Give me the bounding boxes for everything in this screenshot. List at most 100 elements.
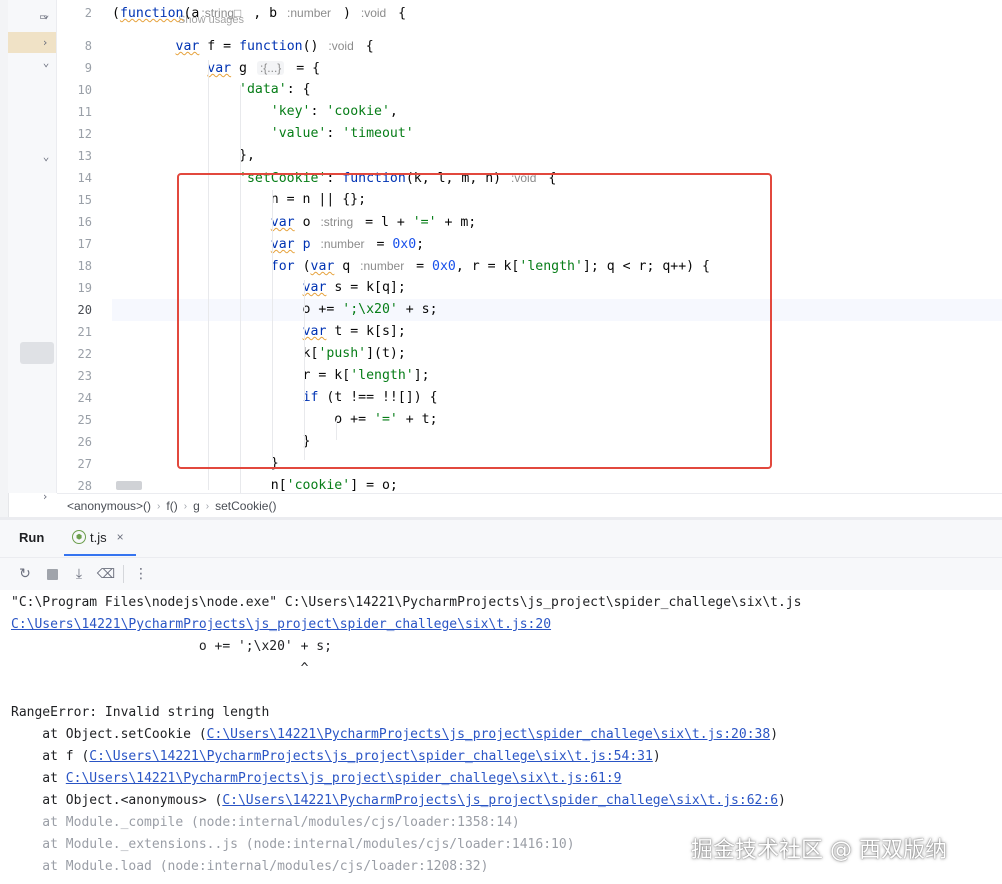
code-token: var (207, 61, 232, 76)
stop-icon[interactable] (41, 563, 63, 585)
console-text: ) (652, 749, 661, 764)
line-number[interactable]: 16 (57, 211, 92, 233)
code-token: function (119, 6, 184, 21)
line-number[interactable]: 22 (57, 343, 92, 365)
code-token: { (390, 6, 407, 21)
line-number[interactable]: 17 (57, 233, 92, 255)
console-text: o += ';\x20' + s; (11, 639, 332, 654)
trash-icon[interactable]: ⌫ (95, 563, 117, 585)
inlay-type-hint: :void (360, 6, 387, 20)
inlay-type-hint: :{...} (256, 61, 285, 75)
console-line: ^ (11, 658, 309, 680)
code-line[interactable]: n['cookie'] = o; (112, 475, 398, 493)
run-tool-window-header: Run ⬢ t.js × (0, 520, 1002, 558)
console-line: at Module.load (node:internal/modules/cj… (11, 856, 488, 878)
console-text: at Object.setCookie ( (11, 727, 207, 742)
file-link[interactable]: C:\Users\14221\PycharmProjects\js_projec… (89, 749, 653, 764)
console-text: at Module._extensions..js (node:internal… (11, 837, 575, 852)
red-highlight-box (177, 173, 772, 469)
line-number[interactable]: 25 (57, 409, 92, 431)
breadcrumb-item[interactable]: f() (160, 499, 183, 513)
line-number[interactable]: 13 (57, 145, 92, 167)
line-number[interactable]: 20 (57, 299, 92, 321)
tab-label: t.js (90, 529, 107, 545)
line-number[interactable]: 18 (57, 255, 92, 277)
line-number[interactable]: 8 (57, 35, 92, 57)
line-number[interactable]: 2 (57, 2, 92, 24)
chevron-right-icon[interactable]: › (35, 490, 55, 503)
code-token: var (175, 39, 200, 54)
line-number[interactable]: 14 (57, 167, 92, 189)
close-icon[interactable]: × (117, 530, 124, 544)
line-number[interactable]: 9 (57, 57, 92, 79)
console-line: RangeError: Invalid string length (11, 702, 269, 724)
console-line: C:\Users\14221\PycharmProjects\js_projec… (11, 614, 551, 636)
more-options-icon[interactable]: ⋮ (130, 563, 152, 585)
code-line[interactable]: var f = function() :void { (112, 35, 374, 57)
code-token: 'cookie' (286, 478, 351, 493)
code-line[interactable]: 'key': 'cookie', (112, 101, 398, 123)
rerun-icon[interactable]: ↻ (14, 563, 36, 585)
console-line: at Module._compile (node:internal/module… (11, 812, 519, 834)
console-text: at Module.load (node:internal/modules/cj… (11, 859, 489, 874)
line-number[interactable]: 19 (57, 277, 92, 299)
line-number[interactable]: 10 (57, 79, 92, 101)
console-text: at f ( (11, 749, 90, 764)
inlay-type-hint: :string□ (201, 6, 242, 20)
chevron-right-icon[interactable]: › (35, 36, 55, 49)
console-text: "C:\Program Files\nodejs\node.exe" C:\Us… (11, 595, 802, 610)
code-token: : (310, 104, 327, 119)
chevron-down-icon[interactable]: ⌄ (36, 150, 56, 163)
watermark: 掘金技术社区 @ 西双版纳 (691, 838, 947, 863)
console-text: ^ (11, 661, 309, 676)
code-token: 'value' (270, 126, 327, 141)
console-line: o += ';\x20' + s; (11, 636, 332, 658)
line-number[interactable]: 12 (57, 123, 92, 145)
nodejs-icon: ⬢ (72, 530, 86, 544)
console-text: ) (778, 793, 786, 808)
console-text: RangeError: Invalid string length (11, 705, 270, 720)
line-number[interactable]: 11 (57, 101, 92, 123)
console-text: at Object.<anonymous> ( (11, 793, 223, 808)
tab-run-config[interactable]: ⬢ t.js × (64, 520, 136, 556)
inlay-type-hint: :void (328, 39, 354, 53)
file-link[interactable]: C:\Users\14221\PycharmProjects\js_projec… (11, 617, 551, 632)
console-line: at Object.setCookie (C:\Users\14221\Pych… (11, 724, 778, 746)
line-number[interactable]: 23 (57, 365, 92, 387)
file-link[interactable]: C:\Users\14221\PycharmProjects\js_projec… (207, 727, 771, 742)
line-number[interactable]: 26 (57, 431, 92, 453)
file-link[interactable]: C:\Users\14221\PycharmProjects\js_projec… (222, 793, 778, 808)
file-link[interactable]: C:\Users\14221\PycharmProjects\js_projec… (66, 771, 622, 786)
console-text: at (11, 771, 66, 786)
code-token: , (389, 104, 398, 119)
line-number[interactable]: 15 (57, 189, 92, 211)
code-token: ( (112, 6, 120, 21)
code-line[interactable]: }, (112, 145, 255, 167)
code-token: function (239, 39, 303, 54)
line-number[interactable]: 27 (57, 453, 92, 475)
run-toolbar: ↻ ⤓ ⌫ ⋮ (0, 558, 1002, 590)
code-line[interactable]: 'value': 'timeout' (112, 123, 414, 145)
code-token: : (326, 126, 343, 141)
console-line: at Module._extensions..js (node:internal… (11, 834, 575, 856)
line-number[interactable]: 24 (57, 387, 92, 409)
code-token: : { (286, 82, 311, 97)
code-token: 'cookie' (326, 104, 390, 119)
panel-scrollbar-thumb[interactable] (20, 342, 54, 364)
breadcrumb-item[interactable]: setCookie() (209, 499, 282, 513)
folder-icon: ▭ (40, 10, 47, 23)
chevron-down-icon[interactable]: ⌄ (36, 56, 56, 69)
line-number[interactable]: 21 (57, 321, 92, 343)
code-line[interactable]: 'data': { (112, 79, 311, 101)
code-token: , b (245, 6, 286, 21)
code-line[interactable]: (function(a:string□ , b :number ) :void … (112, 2, 406, 24)
console-line: at f (C:\Users\14221\PycharmProjects\js_… (11, 746, 661, 768)
breadcrumb-item[interactable]: g (187, 499, 206, 513)
scroll-to-end-icon[interactable]: ⤓ (68, 563, 90, 585)
code-line[interactable]: var g :{...} = { (112, 57, 320, 79)
breadcrumb-item[interactable]: <anonymous>() (57, 499, 157, 513)
gutter-fold-marker (116, 481, 142, 490)
